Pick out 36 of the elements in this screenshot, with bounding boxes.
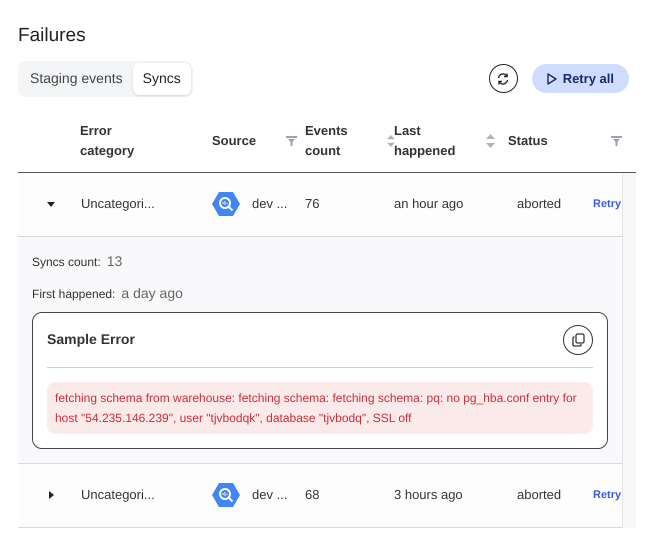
table-cell-text: dev ... — [252, 195, 288, 214]
copy-button[interactable] — [563, 324, 593, 354]
table-cell: aborted — [517, 487, 562, 502]
column-header: Last happened — [394, 122, 456, 160]
table-cell-text: dev ... — [252, 486, 288, 504]
field-value: a day ago — [121, 284, 183, 303]
tab[interactable]: Syncs — [132, 62, 191, 94]
column-header: Source — [212, 132, 256, 150]
retry-link[interactable]: Retry — [593, 196, 622, 212]
retry-all-button[interactable]: Retry all — [532, 64, 629, 93]
table-cell: 76 — [305, 196, 320, 212]
table-cell: an hour ago — [394, 196, 464, 212]
caret-right-icon[interactable] — [47, 491, 55, 499]
field-label: First happened: — [32, 286, 116, 302]
refresh-button[interactable] — [488, 64, 518, 93]
card-title: Sample Error — [47, 330, 135, 349]
error-message: fetching schema from warehouse: fetching schema: fetching schema: pq: no pg_hba.conf entry for host "54.235.146.239", user "tjvbodqk", database "tjvbodq", SSL off — [47, 382, 593, 434]
table-cell: aborted — [517, 196, 562, 212]
table-cell: Uncategori... — [80, 487, 155, 502]
tab[interactable]: Staging events — [20, 62, 133, 94]
table-cell: Uncategori... — [80, 196, 155, 212]
column-header: Error category — [80, 122, 136, 160]
refresh-icon — [496, 72, 510, 86]
database-icon — [212, 482, 240, 508]
retry-link[interactable]: Retry — [593, 486, 622, 504]
column-header: Events count — [305, 122, 349, 160]
play-icon — [546, 72, 557, 84]
database-icon — [212, 191, 240, 217]
field-label: Syncs count: — [32, 254, 101, 270]
column-header: Status — [508, 132, 548, 150]
table-cell: 3 hours ago — [394, 487, 463, 502]
caret-down-icon[interactable] — [47, 200, 55, 208]
table-cell: 68 — [305, 487, 320, 502]
field-value: 13 — [106, 252, 122, 270]
page-title: Failures — [18, 24, 87, 48]
copy-icon — [572, 332, 584, 346]
